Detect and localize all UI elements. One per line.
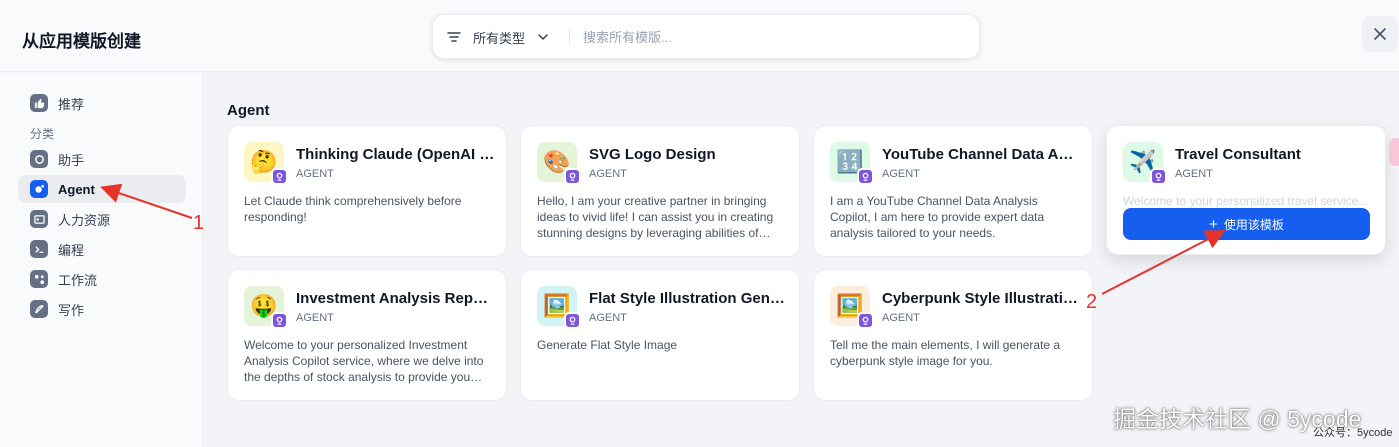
agent-badge-icon [857,168,874,185]
agent-badge-icon [564,312,581,329]
card-type: AGENT [882,168,920,180]
template-card-youtube-analysis[interactable]: 🔢 YouTube Channel Data Analysis AGENT I … [813,125,1093,257]
card-type: AGENT [882,312,920,324]
template-card-thinking-claude[interactable]: 🤔 Thinking Claude (OpenAI O1 Alike) AGEN… [227,125,507,257]
card-description: Let Claude think comprehensively before … [244,194,462,224]
type-filter-label: 所有类型 [473,30,526,46]
card-title: YouTube Channel Data Analysis [882,146,1082,163]
card-description: Tell me the main elements, I will genera… [830,338,1061,368]
agent-badge-icon [857,312,874,329]
sidebar-item-workflow[interactable]: 工作流 [18,265,186,293]
workflow-icon [30,270,48,288]
template-list: Agent 🤔 Thinking Claude (OpenAI O1 Alike… [204,73,1399,447]
sidebar-item-assistant[interactable]: 助手 [18,145,186,173]
search-bar: 所有类型 [432,14,980,59]
writing-icon [30,300,48,318]
close-icon [1374,28,1386,40]
card-title: SVG Logo Design [589,146,716,163]
template-card-flat-style[interactable]: 🖼️ Flat Style Illustration Generation AG… [520,269,800,401]
chevron-down-icon [538,34,548,41]
sidebar-item-hr[interactable]: 人力资源 [18,205,186,233]
card-type: AGENT [296,168,334,180]
template-card-travel-consultant[interactable]: ✈️ Travel Consultant AGENT Welcome to yo… [1106,125,1386,255]
card-type: AGENT [1175,168,1213,180]
card-description: Generate Flat Style Image [537,338,678,352]
type-filter-dropdown[interactable]: 所有类型 [447,27,549,47]
use-template-label: 使用该模板 [1223,217,1284,232]
card-type: AGENT [589,168,627,180]
card-description: I am a YouTube Channel Data Analysis Cop… [830,194,1045,240]
agent-badge-icon [271,312,288,329]
card-type: AGENT [589,312,627,324]
sidebar-item-label: Agent [58,181,95,197]
plus-icon: + [1209,215,1218,233]
annotation-label-1: 1 [193,212,205,234]
card-title: Thinking Claude (OpenAI O1 Alike) [296,146,496,163]
card-description: Welcome to your personalized travel serv… [1123,194,1369,208]
floating-avatar[interactable] [1389,138,1399,166]
card-title: Investment Analysis Report Copilot [296,290,496,307]
sidebar-item-label: 写作 [58,302,85,318]
agent-badge-icon [1150,168,1167,185]
sidebar-item-coding[interactable]: 编程 [18,235,186,263]
hr-icon [30,210,48,228]
sidebar-item-writing[interactable]: 写作 [18,295,186,323]
use-template-button[interactable]: + 使用该模板 [1123,208,1370,240]
agent-badge-icon [271,168,288,185]
dialog-title: 从应用模版创建 [22,32,141,51]
agent-badge-icon [564,168,581,185]
sidebar-item-label: 工作流 [58,272,98,288]
template-card-investment-analysis[interactable]: 🤑 Investment Analysis Report Copilot AGE… [227,269,507,401]
sidebar-item-agent[interactable]: Agent [18,175,186,203]
card-title: Cyberpunk Style Illustration Generater [882,290,1082,307]
code-icon [30,240,48,258]
sidebar-item-label: 人力资源 [58,212,111,228]
sidebar-item-recommended[interactable]: 推荐 [18,89,186,117]
card-type: AGENT [296,312,334,324]
filter-icon [447,32,461,42]
card-description: Welcome to your personalized Investment … [244,338,484,384]
template-card-svg-logo[interactable]: 🎨 SVG Logo Design AGENT Hello, I am your… [520,125,800,257]
category-section-label: 分类 [30,127,55,141]
card-title: Flat Style Illustration Generation [589,290,789,307]
annotation-label-2: 2 [1086,291,1098,313]
template-card-cyberpunk-style[interactable]: 🖼️ Cyberpunk Style Illustration Generate… [813,269,1093,401]
thumbs-up-icon [30,94,48,112]
card-title: Travel Consultant [1175,146,1301,163]
close-button[interactable] [1362,16,1398,52]
card-description: Hello, I am your creative partner in bri… [537,194,774,240]
divider [569,28,570,46]
sidebar-item-label: 推荐 [58,96,85,112]
sidebar-item-label: 助手 [58,152,85,168]
agent-icon [30,180,48,198]
category-sidebar: 推荐 分类 助手 Agent 人力资源 编程 工作流 写作 [0,73,203,447]
sidebar-item-label: 编程 [58,242,85,258]
assistant-icon [30,150,48,168]
watermark-subtitle: 公众号：5ycode [1313,427,1393,439]
section-title: Agent [227,102,270,119]
dialog-header: 从应用模版创建 所有类型 [0,0,1399,72]
search-input[interactable] [583,26,963,48]
